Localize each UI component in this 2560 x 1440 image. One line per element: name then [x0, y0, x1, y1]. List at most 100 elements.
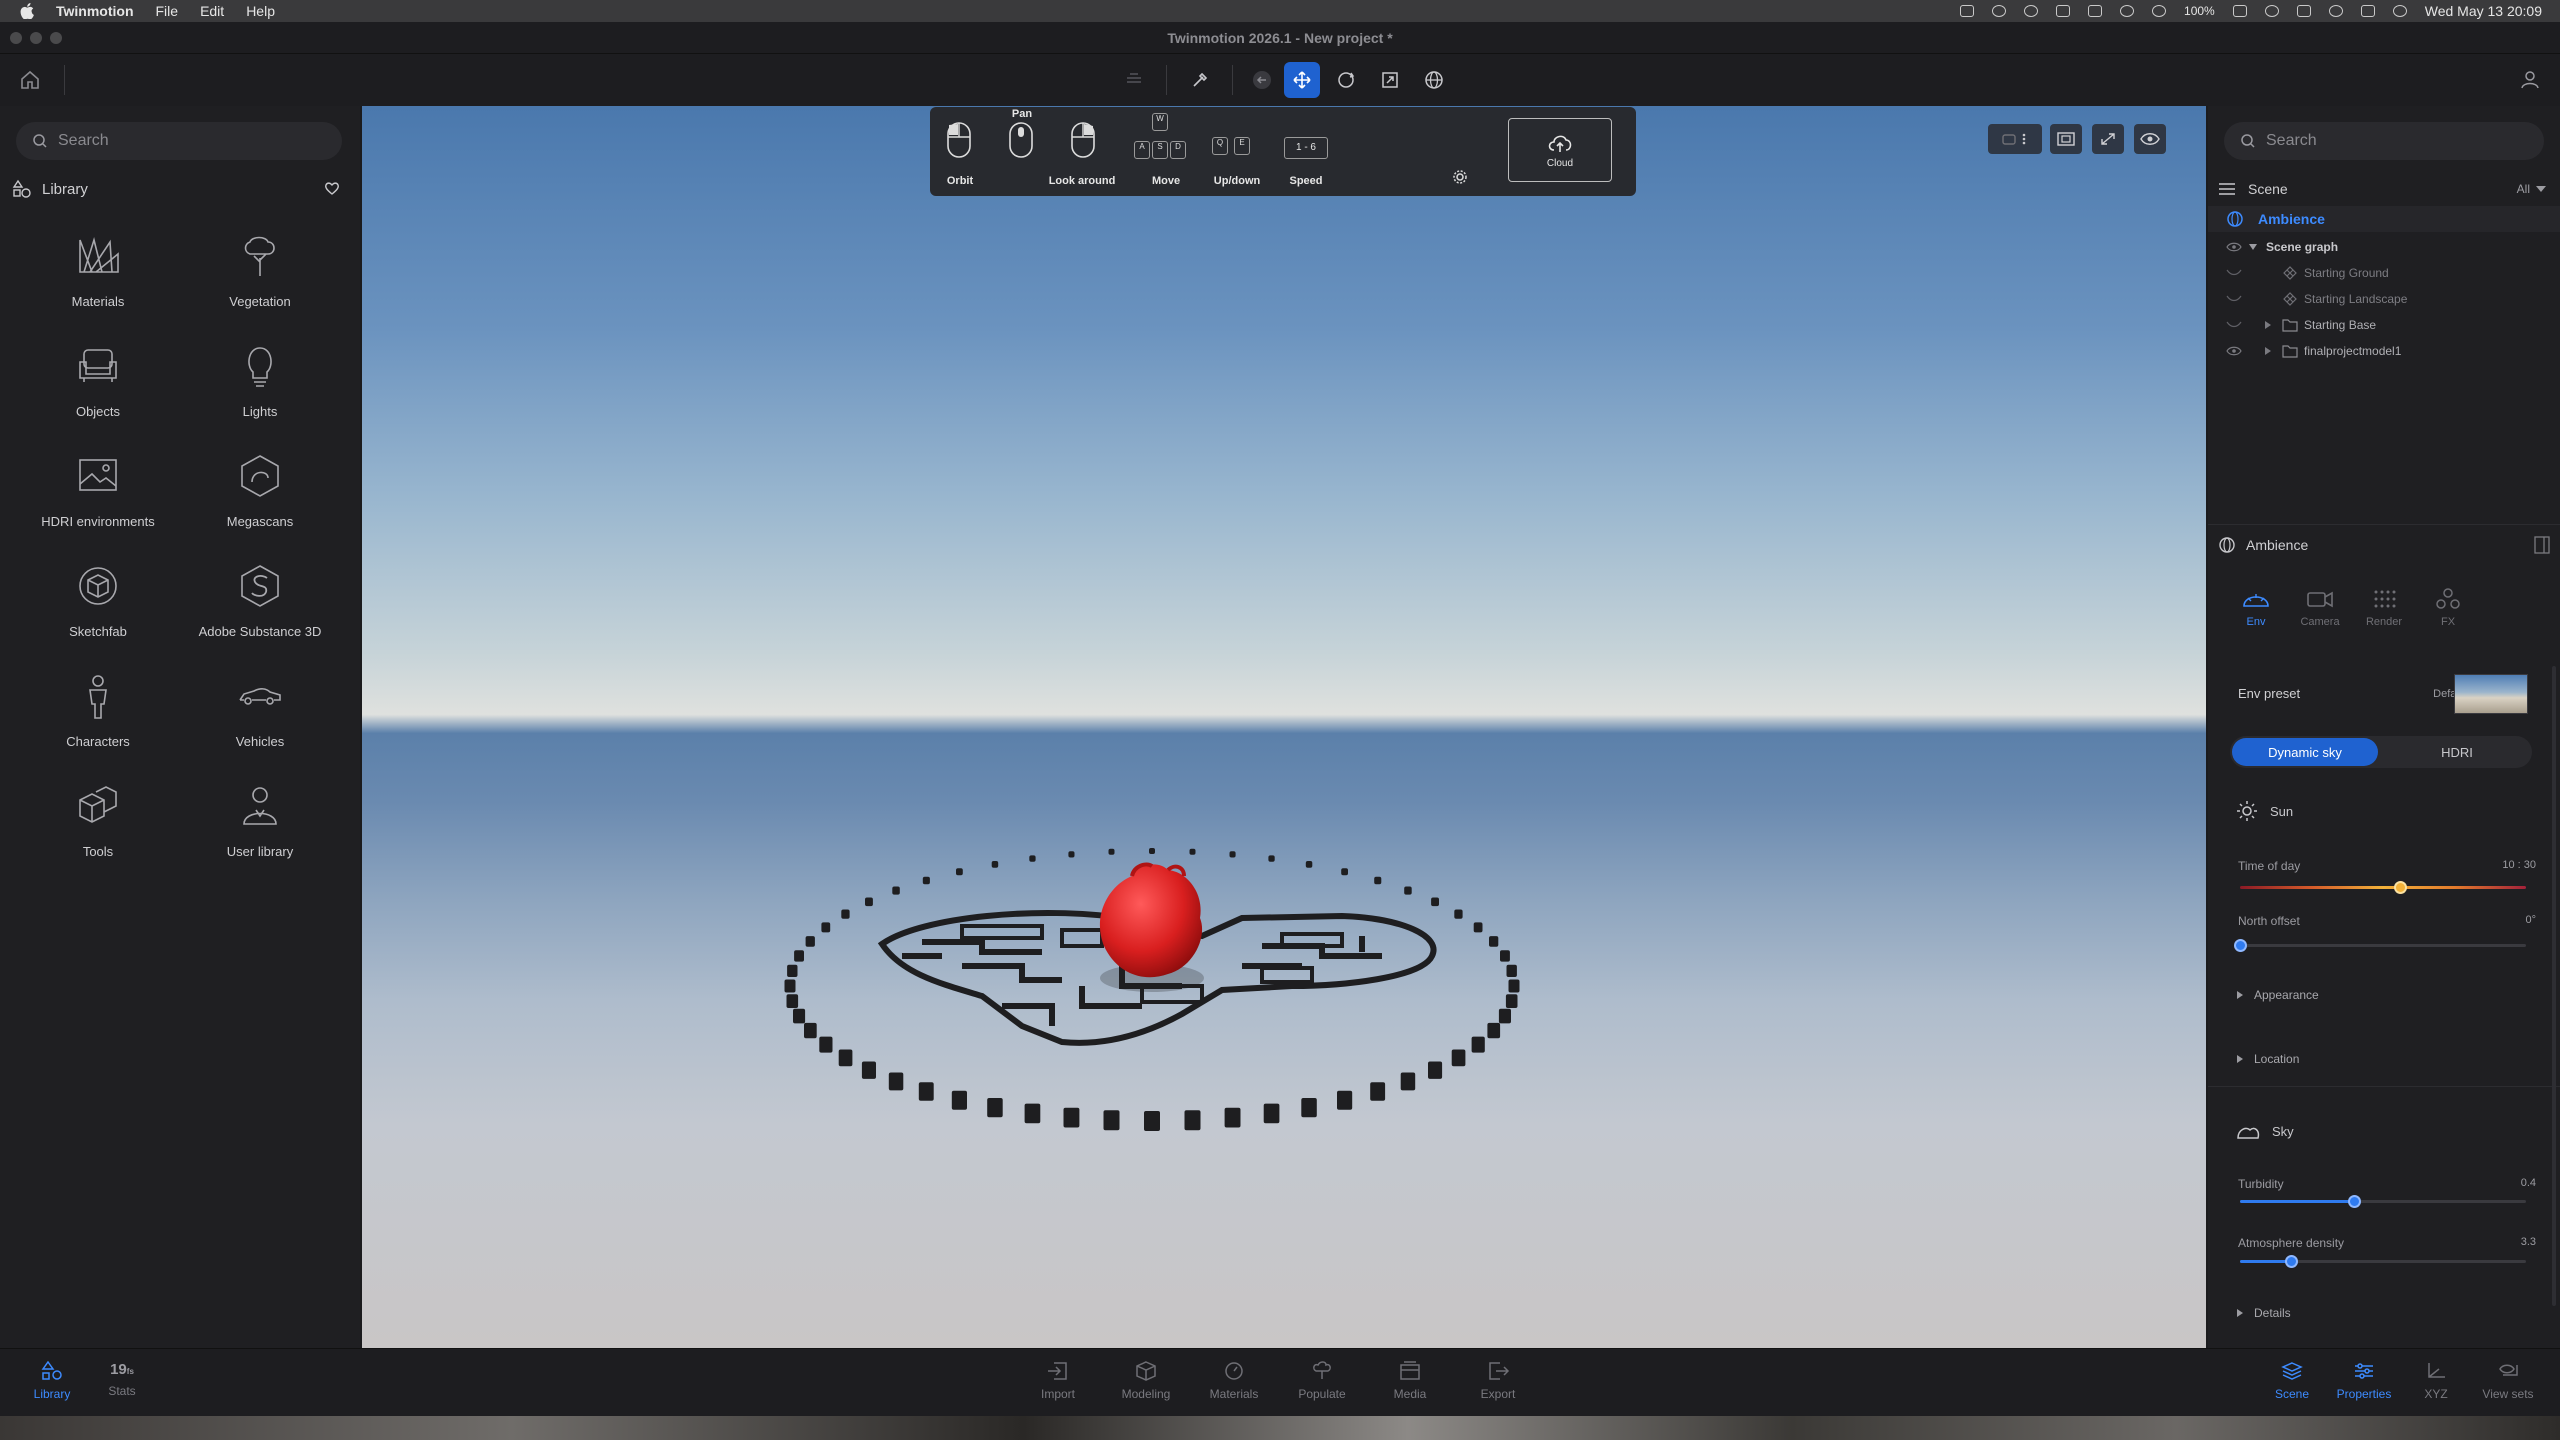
spotlight-icon[interactable]: [2328, 5, 2343, 17]
siri-icon[interactable]: [2392, 5, 2407, 17]
bottom-tab-stats[interactable]: 19fs Stats: [84, 1361, 160, 1398]
library-item-tools[interactable]: Tools: [18, 774, 178, 874]
bottom-tab-scene[interactable]: Scene: [2252, 1361, 2332, 1401]
menubar-clock[interactable]: Wed May 13 20:09: [2425, 3, 2542, 19]
favorites-heart-icon[interactable]: [324, 180, 340, 196]
library-item-objects[interactable]: Objects: [18, 334, 178, 434]
rotate-tool-button[interactable]: [1328, 62, 1364, 98]
eye-closed-icon[interactable]: [2226, 269, 2242, 277]
status-display-icon[interactable]: [2088, 5, 2103, 17]
account-button[interactable]: [2512, 62, 2548, 98]
tree-row-ambience[interactable]: Ambience: [2208, 206, 2560, 232]
library-item-substance[interactable]: Adobe Substance 3D: [180, 554, 340, 654]
bottom-tab-library[interactable]: Library: [12, 1361, 92, 1401]
eye-closed-icon[interactable]: [2226, 321, 2242, 329]
library-item-sketchfab[interactable]: Sketchfab: [18, 554, 178, 654]
wifi-icon[interactable]: [2264, 5, 2279, 17]
fullscreen-button[interactable]: [2092, 124, 2124, 154]
picker-button[interactable]: [1182, 62, 1218, 98]
tree-row-starting-landscape[interactable]: Starting Landscape: [2208, 286, 2560, 312]
eye-closed-icon[interactable]: [2226, 295, 2242, 303]
move-tool-button[interactable]: [1284, 62, 1320, 98]
hdri-option[interactable]: HDRI: [2384, 738, 2530, 766]
library-item-lights[interactable]: Lights: [180, 334, 340, 434]
status-record-icon[interactable]: [2024, 5, 2039, 17]
atmosphere-density-slider[interactable]: [2240, 1255, 2526, 1268]
bottom-tab-media[interactable]: Media: [1370, 1361, 1450, 1401]
3d-viewport[interactable]: [362, 106, 2206, 1348]
env-preset-thumbnail[interactable]: [2454, 674, 2528, 714]
tree-row-finalprojectmodel1[interactable]: finalprojectmodel1: [2208, 338, 2560, 364]
library-item-characters[interactable]: Characters: [18, 664, 178, 764]
status-circle-icon[interactable]: [1992, 5, 2007, 17]
scene-filter-dropdown[interactable]: All: [2517, 182, 2530, 196]
visibility-button[interactable]: [2134, 124, 2166, 154]
properties-scrollbar[interactable]: [2552, 666, 2556, 1306]
bottom-tab-populate[interactable]: Populate: [1282, 1361, 1362, 1401]
library-item-materials[interactable]: Materials: [18, 224, 178, 324]
control-center-icon[interactable]: [2360, 5, 2375, 17]
north-offset-slider[interactable]: [2234, 939, 2526, 952]
time-of-day-thumb[interactable]: [2394, 881, 2408, 894]
world-space-button[interactable]: [1416, 62, 1452, 98]
library-search-input[interactable]: Search: [16, 122, 342, 160]
menu-file[interactable]: File: [156, 3, 179, 19]
scale-tool-button[interactable]: [1372, 62, 1408, 98]
home-button[interactable]: [12, 62, 48, 98]
undo-button[interactable]: [1244, 62, 1280, 98]
menu-edit[interactable]: Edit: [200, 3, 224, 19]
atmosphere-density-thumb[interactable]: [2285, 1255, 2299, 1268]
tree-row-starting-ground[interactable]: Starting Ground: [2208, 260, 2560, 286]
apple-logo-icon[interactable]: [20, 3, 34, 19]
bottom-tab-import[interactable]: Import: [1018, 1361, 1098, 1401]
details-collapsible[interactable]: Details: [2236, 1306, 2291, 1320]
bluetooth-icon[interactable]: [2120, 5, 2135, 17]
panel-toggle-icon[interactable]: [2534, 536, 2550, 554]
library-item-vegetation[interactable]: Vegetation: [180, 224, 340, 324]
tab-camera[interactable]: Camera: [2290, 588, 2350, 628]
status-dots-icon[interactable]: [2056, 5, 2071, 17]
tree-row-starting-base[interactable]: Starting Base: [2208, 312, 2560, 338]
bottom-tab-properties[interactable]: Properties: [2324, 1361, 2404, 1401]
dynamic-sky-option[interactable]: Dynamic sky: [2232, 738, 2378, 766]
cloud-button[interactable]: Cloud: [1508, 118, 1612, 182]
eye-icon[interactable]: [2226, 345, 2242, 357]
location-collapsible[interactable]: Location: [2236, 1052, 2299, 1066]
tab-fx[interactable]: FX: [2418, 588, 2478, 628]
bottom-tab-xyz[interactable]: XYZ: [2396, 1361, 2476, 1401]
tab-render[interactable]: Render: [2354, 588, 2414, 628]
scene-render[interactable]: [362, 106, 2206, 1348]
menu-app-name[interactable]: Twinmotion: [56, 3, 134, 19]
north-offset-thumb[interactable]: [2234, 939, 2247, 952]
chevron-down-icon[interactable]: [2536, 186, 2546, 192]
tab-env[interactable]: Env: [2226, 588, 2286, 628]
menu-help[interactable]: Help: [246, 3, 275, 19]
expand-arrow-down-icon[interactable]: [2248, 242, 2258, 252]
turbidity-slider[interactable]: [2240, 1195, 2526, 1208]
screenshot-button[interactable]: [2050, 124, 2082, 154]
turbidity-thumb[interactable]: [2348, 1195, 2362, 1208]
camera-menu-button[interactable]: [1988, 124, 2042, 154]
library-item-vehicles[interactable]: Vehicles: [180, 664, 340, 764]
layers-button[interactable]: [1116, 62, 1152, 98]
red-model[interactable]: [1099, 862, 1204, 992]
scene-search-input[interactable]: Search: [2224, 122, 2544, 160]
expand-arrow-right-icon[interactable]: [2264, 320, 2272, 330]
bottom-tab-view-sets[interactable]: View sets: [2468, 1361, 2548, 1401]
bottom-tab-materials[interactable]: Materials: [1194, 1361, 1274, 1401]
appearance-collapsible[interactable]: Appearance: [2236, 988, 2319, 1002]
battery-icon[interactable]: [2232, 5, 2247, 17]
library-item-user-library[interactable]: User library: [180, 774, 340, 874]
eye-icon[interactable]: [2226, 241, 2242, 253]
library-item-hdri[interactable]: HDRI environments: [18, 444, 178, 544]
expand-arrow-right-icon[interactable]: [2264, 346, 2272, 356]
bottom-tab-export[interactable]: Export: [1458, 1361, 1538, 1401]
cloud-status-icon[interactable]: [2152, 5, 2167, 17]
input-source-icon[interactable]: [2296, 5, 2311, 17]
tree-row-scene-graph[interactable]: Scene graph: [2208, 234, 2560, 260]
status-n-icon[interactable]: [1960, 5, 1975, 17]
time-of-day-slider[interactable]: [2240, 881, 2526, 894]
bottom-tab-modeling[interactable]: Modeling: [1106, 1361, 1186, 1401]
settings-gear-icon[interactable]: [1452, 169, 1468, 185]
library-item-megascans[interactable]: Megascans: [180, 444, 340, 544]
